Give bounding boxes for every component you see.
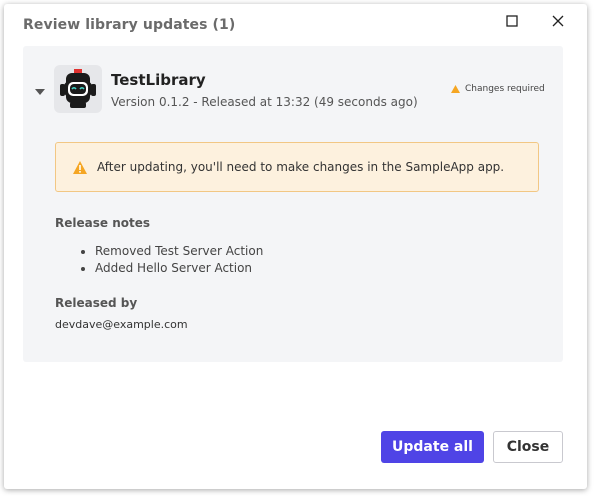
library-version: Version 0.1.2 - Released at 13:32 (49 se… bbox=[111, 95, 418, 109]
list-item: Added Hello Server Action bbox=[79, 260, 263, 277]
review-updates-dialog: Review library updates (1) TestLibrary V… bbox=[4, 4, 587, 489]
warning-icon bbox=[451, 85, 460, 93]
released-by-email: devdave@example.com bbox=[55, 318, 188, 331]
close-button[interactable]: Close bbox=[493, 431, 563, 463]
close-window-button[interactable] bbox=[546, 10, 570, 32]
library-update-panel: TestLibrary Version 0.1.2 - Released at … bbox=[23, 46, 563, 362]
release-notes-list: Removed Test Server Action Added Hello S… bbox=[79, 243, 263, 277]
maximize-button[interactable] bbox=[500, 10, 524, 32]
caret-down-icon bbox=[35, 88, 45, 95]
warning-text: After updating, you'll need to make chan… bbox=[97, 160, 505, 174]
update-all-button[interactable]: Update all bbox=[381, 431, 484, 463]
collapse-toggle[interactable] bbox=[34, 86, 46, 98]
library-logo bbox=[54, 65, 102, 113]
list-item: Removed Test Server Action bbox=[79, 243, 263, 260]
status-badge: Changes required bbox=[451, 84, 545, 94]
dialog-title: Review library updates (1) bbox=[23, 17, 236, 33]
status-badge-label: Changes required bbox=[465, 84, 545, 94]
released-by-label: Released by bbox=[55, 296, 138, 310]
warning-message: After updating, you'll need to make chan… bbox=[55, 142, 539, 192]
close-icon bbox=[552, 15, 564, 27]
library-name: TestLibrary bbox=[111, 71, 206, 89]
warning-icon bbox=[73, 160, 87, 174]
maximize-icon bbox=[506, 15, 518, 27]
release-notes-label: Release notes bbox=[55, 216, 150, 230]
robot-icon bbox=[60, 69, 96, 108]
